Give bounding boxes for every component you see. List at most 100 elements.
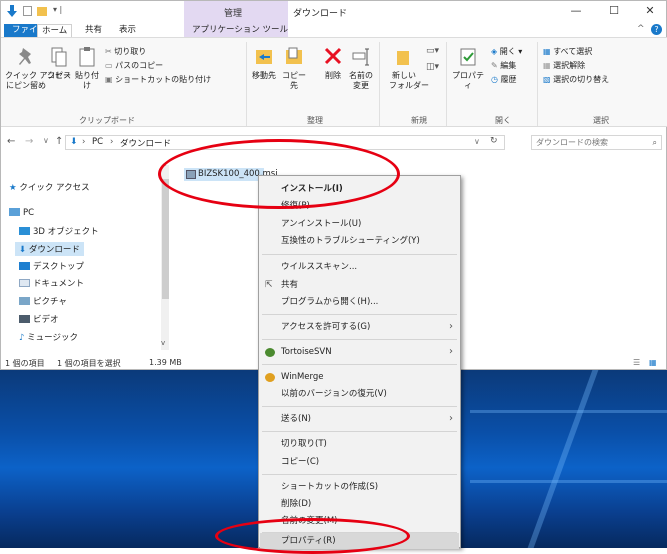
details-view-icon[interactable]: ☰ <box>633 358 640 367</box>
qat-dropdown-icon[interactable]: ▾ | <box>53 5 62 14</box>
menu-item-label: アクセスを許可する(G) <box>281 322 371 332</box>
nav-quick-access[interactable]: ★ クイック アクセス <box>9 181 90 193</box>
ribbon-tabs: ファイル ホーム 共有 表示 アプリケーション ツール ^ ? <box>1 23 667 37</box>
tab-view[interactable]: 表示 <box>115 24 140 37</box>
new-folder-icon <box>397 51 409 65</box>
new-item-icon[interactable]: ▭▾ <box>426 46 439 56</box>
paste-button[interactable]: 貼り付け <box>73 46 101 91</box>
delete-button[interactable]: 削除 <box>321 46 345 81</box>
nav-item-label: デスクトップ <box>33 262 85 272</box>
item-count: 1 個の項目 <box>5 359 45 368</box>
qat-properties-icon[interactable] <box>23 6 32 16</box>
download-arrow-icon: ⬇ <box>19 245 29 255</box>
easy-access-icon[interactable]: ◫▾ <box>426 62 439 72</box>
tab-share[interactable]: 共有 <box>81 24 106 37</box>
nav-item-label: ビデオ <box>33 315 59 325</box>
delete-label: 削除 <box>325 71 341 80</box>
menu-item-copy[interactable]: コピー(C) <box>281 454 459 470</box>
menu-item-restore-versions[interactable]: 以前のバージョンの復元(V) <box>281 386 459 402</box>
history-icon: ◷ <box>491 75 501 84</box>
minimize-button[interactable]: — <box>561 4 591 20</box>
menu-item-virus-scan[interactable]: ウイルススキャン... <box>281 259 459 275</box>
menu-item-label: 以前のバージョンの復元(V) <box>281 389 387 399</box>
breadcrumb-pc[interactable]: PC <box>92 137 103 147</box>
menu-separator <box>262 474 457 475</box>
large-icons-view-icon[interactable]: ▦ <box>649 358 657 367</box>
group-divider <box>446 42 447 126</box>
group-divider <box>379 42 380 126</box>
select-none-button[interactable]: ▦ 選択解除 <box>543 60 585 71</box>
menu-item-winmerge[interactable]: WinMerge <box>265 369 459 385</box>
nav-item-label: ダウンロード <box>28 245 80 255</box>
cut-button[interactable]: ✂ 切り取り <box>105 46 146 57</box>
nav-item-desktop[interactable]: デスクトップ <box>19 260 84 272</box>
back-arrow-icon[interactable]: ← <box>7 136 15 147</box>
forward-arrow-icon[interactable]: → <box>25 136 33 147</box>
menu-item-label: 互換性のトラブルシューティング(Y) <box>281 236 420 246</box>
annotation-ellipse-properties <box>215 518 410 554</box>
menu-item-create-shortcut[interactable]: ショートカットの作成(S) <box>281 479 459 495</box>
scroll-down-icon[interactable]: v <box>161 339 165 347</box>
edit-ribbon-button[interactable]: ✎ 編集 <box>491 60 516 71</box>
breadcrumb-downloads[interactable]: ダウンロード <box>120 137 171 149</box>
nav-pc[interactable]: PC <box>9 208 34 218</box>
window-title: ダウンロード <box>293 9 348 19</box>
title-bar: ▾ | ダウンロード — ☐ ✕ <box>1 1 667 23</box>
properties-ribbon-label: プロパティ <box>452 71 484 90</box>
folder-down-icon <box>7 5 17 17</box>
copy-to-button[interactable]: コピー先 <box>279 46 309 91</box>
move-to-button[interactable]: 移動先 <box>249 46 279 81</box>
tab-application-tools[interactable]: アプリケーション ツール <box>188 24 292 37</box>
nav-item-music[interactable]: ♪ ミュージック <box>19 331 78 343</box>
menu-item-give-access[interactable]: アクセスを許可する(G) › <box>281 319 459 335</box>
recent-dropdown-icon[interactable]: ∨ <box>43 136 49 145</box>
copy-to-icon <box>286 47 302 64</box>
nav-item-videos[interactable]: ビデオ <box>19 313 59 325</box>
submenu-arrow-icon: › <box>449 413 453 424</box>
copy-path-button[interactable]: ▭ パスのコピー <box>105 60 163 71</box>
nav-scrollbar-thumb[interactable] <box>162 179 169 299</box>
nav-item-downloads[interactable]: ⬇ ダウンロード <box>15 242 84 256</box>
new-folder-button[interactable]: 新しい フォルダー <box>389 46 429 91</box>
music-note-icon: ♪ <box>19 333 28 343</box>
ribbon-collapse-icon[interactable]: ^ <box>637 24 645 34</box>
menu-item-cut[interactable]: 切り取り(T) <box>281 436 459 452</box>
invert-selection-button[interactable]: ▧ 選択の切り替え <box>543 74 609 85</box>
menu-item-label: 切り取り(T) <box>281 439 327 449</box>
rename-button[interactable]: 名前の 変更 <box>347 46 375 91</box>
paste-shortcut-button[interactable]: ▣ ショートカットの貼り付け <box>105 74 211 85</box>
maximize-button[interactable]: ☐ <box>599 4 629 20</box>
pin-quick-access-button[interactable]: クイック アクセス にピン留め <box>5 46 71 91</box>
menu-item-share[interactable]: ⇱ 共有 <box>265 277 459 293</box>
nav-item-3d-objects[interactable]: 3D オブジェクト <box>19 225 99 237</box>
menu-item-uninstall[interactable]: アンインストール(U) <box>281 216 459 232</box>
invert-selection-icon: ▧ <box>543 75 554 84</box>
history-ribbon-button[interactable]: ◷ 履歴 <box>491 74 517 85</box>
cube-icon <box>19 227 30 235</box>
menu-item-delete[interactable]: 削除(D) <box>281 496 459 512</box>
properties-ribbon-button[interactable]: プロパティ <box>450 46 486 91</box>
close-button[interactable]: ✕ <box>635 4 665 20</box>
menu-separator <box>262 314 457 315</box>
nav-item-pictures[interactable]: ピクチャ <box>19 295 67 307</box>
address-dropdown-icon[interactable]: ∨ <box>474 137 480 146</box>
paste-shortcut-label: ショートカットの貼り付け <box>115 75 212 84</box>
copy-to-label: コピー先 <box>282 71 306 90</box>
downloads-small-icon: ⬇ <box>70 137 78 147</box>
select-all-button[interactable]: ▦ すべて選択 <box>543 46 592 57</box>
search-input[interactable]: ダウンロードの検索 ⌕ <box>531 135 662 150</box>
open-ribbon-button[interactable]: ◈ 開く ▾ <box>491 46 522 57</box>
menu-item-label: WinMerge <box>281 372 324 382</box>
qat-folder-icon[interactable] <box>37 7 47 16</box>
menu-item-troubleshoot-compat[interactable]: 互換性のトラブルシューティング(Y) <box>281 233 459 249</box>
menu-item-tortoisesvn[interactable]: TortoiseSVN › <box>265 344 459 360</box>
tab-home[interactable]: ホーム <box>37 24 73 37</box>
menu-item-open-with[interactable]: プログラムから開く(H)... <box>281 294 459 310</box>
help-icon[interactable]: ? <box>651 24 662 35</box>
paste-label: 貼り付け <box>75 71 99 90</box>
menu-item-send-to[interactable]: 送る(N) › <box>281 411 459 427</box>
nav-item-documents[interactable]: ドキュメント <box>19 277 84 289</box>
up-arrow-icon[interactable]: ↑ <box>55 136 63 147</box>
copy-button[interactable]: コピー <box>47 46 71 81</box>
refresh-icon[interactable]: ↻ <box>490 136 498 146</box>
